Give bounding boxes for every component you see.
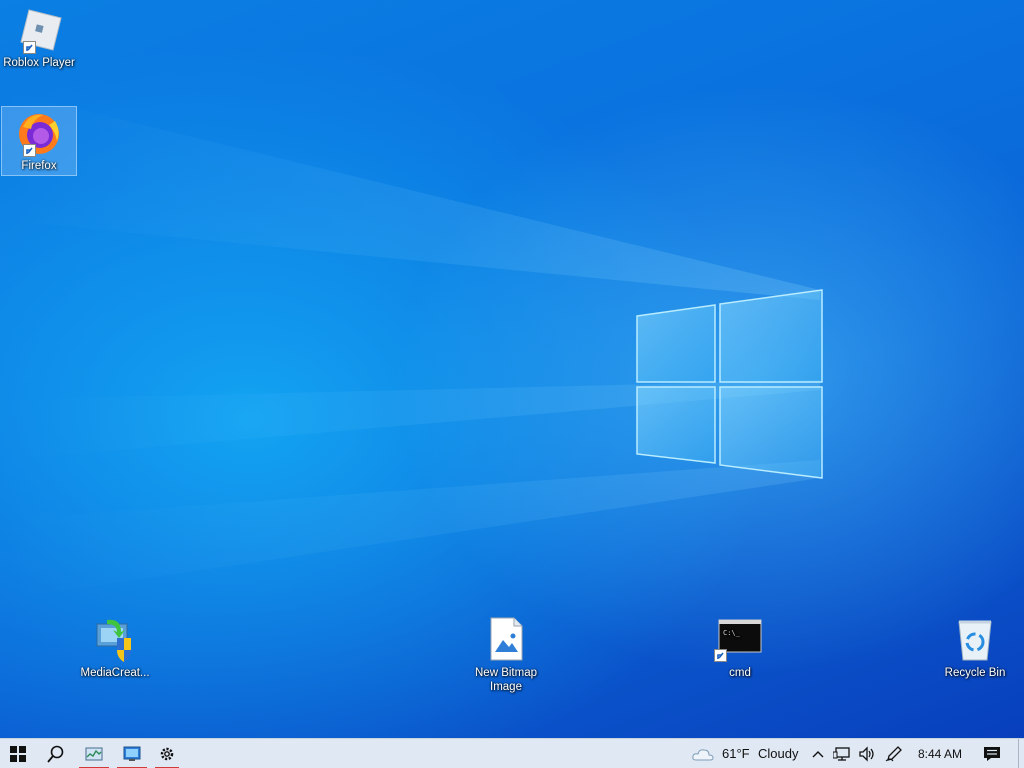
start-button[interactable] xyxy=(0,739,36,768)
desktop-icon-bitmap[interactable]: New Bitmap Image xyxy=(468,616,544,694)
notification-icon xyxy=(984,747,1000,761)
control-panel-icon xyxy=(123,746,141,761)
firefox-icon xyxy=(15,109,63,157)
taskbar-app-control-panel[interactable] xyxy=(114,739,150,768)
desktop-icon-cmd[interactable]: C:\_ cmd xyxy=(702,616,778,680)
network-icon xyxy=(833,747,850,761)
shortcut-arrow-icon xyxy=(23,41,36,54)
windows-logo-icon xyxy=(10,746,26,762)
desktop-icon-label: Image xyxy=(490,681,522,693)
gear-icon xyxy=(160,747,174,761)
svg-text:C:\_: C:\_ xyxy=(723,629,741,637)
taskbar: 61°F Cloudy 8:44 AM xyxy=(0,738,1024,768)
recycle-bin-icon xyxy=(951,616,999,664)
shortcut-arrow-icon xyxy=(714,649,727,662)
weather-widget-icon-area[interactable] xyxy=(688,739,718,768)
taskbar-app-settings[interactable] xyxy=(152,739,182,768)
media-creation-tool-icon xyxy=(91,616,139,664)
bitmap-file-icon xyxy=(482,616,530,664)
desktop-icon-label: Firefox xyxy=(21,160,57,172)
show-hidden-icons-button[interactable] xyxy=(808,739,828,768)
volume-button[interactable] xyxy=(856,739,878,768)
desktop-icon-label: cmd xyxy=(729,667,751,679)
desktop-icon-roblox[interactable]: Roblox Player xyxy=(1,6,77,70)
taskbar-app-task-manager[interactable] xyxy=(76,739,112,768)
pen-workspace-button[interactable] xyxy=(882,739,906,768)
desktop-icon-label: Roblox Player xyxy=(3,57,75,69)
weather-temperature[interactable]: 61°F xyxy=(722,739,750,768)
show-desktop-button[interactable] xyxy=(1018,739,1024,768)
action-center-button[interactable] xyxy=(978,739,1006,768)
desktop[interactable]: Roblox Player Firefox MediaCreat... New … xyxy=(0,0,1024,738)
cmd-icon: C:\_ xyxy=(714,616,764,664)
network-button[interactable] xyxy=(830,739,854,768)
desktop-icon-mediacreation[interactable]: MediaCreat... xyxy=(77,616,153,680)
shortcut-arrow-icon xyxy=(23,144,36,157)
task-manager-icon xyxy=(85,747,103,761)
desktop-icon-label: Recycle Bin xyxy=(944,667,1006,679)
weather-condition[interactable]: Cloudy xyxy=(758,739,798,768)
search-icon xyxy=(47,745,64,763)
clock[interactable]: 8:44 AM xyxy=(918,739,962,768)
pen-icon xyxy=(885,746,902,762)
desktop-icon-recycle-bin[interactable]: Recycle Bin xyxy=(937,616,1013,680)
desktop-icon-label: MediaCreat... xyxy=(80,667,150,679)
speaker-icon xyxy=(859,746,874,762)
search-button[interactable] xyxy=(38,739,74,768)
chevron-up-icon xyxy=(812,751,824,758)
desktop-icon-firefox[interactable]: Firefox xyxy=(1,106,77,176)
desktop-icon-label: New Bitmap xyxy=(475,667,537,679)
cloud-icon xyxy=(692,749,714,761)
roblox-icon xyxy=(15,6,63,54)
